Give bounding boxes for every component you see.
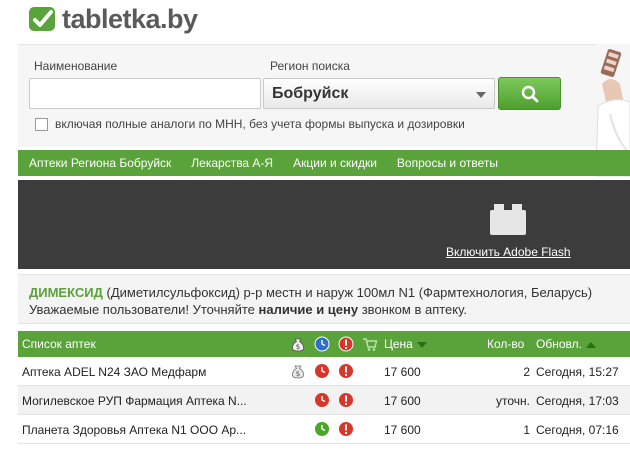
search-icon [521, 85, 539, 103]
pharmacy-table-header: Список аптек $ Цена Кол-во Обновл. [18, 331, 630, 357]
cart-icon[interactable] [362, 336, 378, 352]
table-row[interactable]: Могилевское РУП Фармация Аптека N... 17 … [18, 386, 630, 415]
region-value: Бобруйск [272, 85, 349, 102]
flash-banner: Включить Adobe Flash [18, 180, 630, 269]
notice-prefix: Уважаемые пользователи! Уточняйте [29, 302, 259, 317]
notice-bold: наличие и цену [258, 302, 359, 317]
drug-info: ДИМЕКСИД (Диметилсульфоксид) р-р местн и… [18, 274, 630, 324]
pill-logo-icon [29, 7, 55, 31]
notice-suffix: звонком в аптеку. [358, 302, 467, 317]
drug-description: (Диметилсульфоксид) р-р местн и наруж 10… [102, 285, 593, 300]
sort-up-icon [585, 341, 596, 348]
clock-icon[interactable] [314, 336, 330, 352]
money-bag-icon: $ [292, 365, 304, 379]
qty-value: 2 [523, 365, 530, 379]
drug-name[interactable]: ДИМЕКСИД [29, 285, 103, 300]
pharmacy-name[interactable]: Могилевское РУП Фармация Аптека N... [22, 394, 247, 408]
col-header-list: Список аптек [22, 337, 96, 351]
pharmacy-name[interactable]: Аптека ADEL N24 ЗАО Медфарм [22, 365, 206, 379]
plugin-icon [490, 204, 526, 235]
price-value: 17 600 [384, 365, 421, 379]
alert-icon[interactable] [338, 363, 354, 379]
nav-item-drugs-az[interactable]: Лекарства А-Я [191, 156, 273, 170]
drug-name-input[interactable] [29, 78, 261, 109]
main-nav: Аптеки Региона Бобруйск Лекарства А-Я Ак… [18, 150, 630, 176]
site-logo[interactable]: tabletka.by [28, 2, 198, 36]
price-value: 17 600 [384, 423, 421, 437]
col-header-price[interactable]: Цена [384, 337, 427, 351]
analogs-checkbox-label: включая полные аналоги по МНН, без учета… [55, 117, 465, 131]
nav-item-pharmacies[interactable]: Аптеки Региона Бобруйск [29, 156, 171, 170]
clock-icon [315, 422, 329, 436]
clock-icon [315, 393, 329, 407]
qty-value: 1 [523, 423, 530, 437]
col-header-qty[interactable]: Кол-во [487, 337, 524, 351]
nav-item-promotions[interactable]: Акции и скидки [293, 156, 377, 170]
search-panel: Наименование Регион поиска Бобруйск вклю… [18, 44, 630, 147]
updated-value: Сегодня, 17:03 [536, 394, 619, 408]
clock-icon [315, 364, 329, 378]
qty-value: уточн. [496, 394, 530, 408]
region-select[interactable]: Бобруйск [263, 78, 495, 109]
table-row[interactable]: Аптека ADEL N24 ЗАО Медфарм $ 17 600 2 С… [18, 357, 630, 386]
price-value: 17 600 [384, 394, 421, 408]
svg-text:$: $ [296, 370, 300, 378]
chevron-down-icon [476, 92, 486, 98]
region-label: Регион поиска [270, 59, 350, 73]
page: tabletka.by Наименование Регион поиска Б… [0, 0, 630, 450]
alert-icon[interactable] [338, 421, 354, 437]
svg-text:$: $ [296, 343, 300, 351]
updated-value: Сегодня, 07:16 [536, 423, 619, 437]
updated-value: Сегодня, 15:27 [536, 365, 619, 379]
pharmacy-name[interactable]: Планета Здоровья Аптека N1 ООО Ар... [22, 423, 246, 437]
alert-icon[interactable] [338, 336, 354, 352]
nav-item-faq[interactable]: Вопросы и ответы [397, 156, 498, 170]
search-button[interactable] [498, 77, 561, 110]
drug-title: ДИМЕКСИД (Диметилсульфоксид) р-р местн и… [29, 285, 592, 300]
drug-notice: Уважаемые пользователи! Уточняйте наличи… [29, 302, 467, 317]
name-label: Наименование [34, 59, 118, 73]
col-header-updated[interactable]: Обновл. [536, 337, 596, 351]
analogs-checkbox[interactable] [35, 118, 48, 131]
logo-text: tabletka.by [62, 3, 198, 34]
enable-flash-link[interactable]: Включить Adobe Flash [446, 245, 571, 259]
alert-icon[interactable] [338, 392, 354, 408]
money-bag-icon[interactable]: $ [290, 336, 306, 352]
updated-header-label: Обновл. [536, 337, 582, 351]
table-row[interactable]: Планета Здоровья Аптека N1 ООО Ар... 17 … [18, 415, 630, 444]
sort-down-icon [416, 341, 427, 348]
price-header-label: Цена [384, 337, 413, 351]
